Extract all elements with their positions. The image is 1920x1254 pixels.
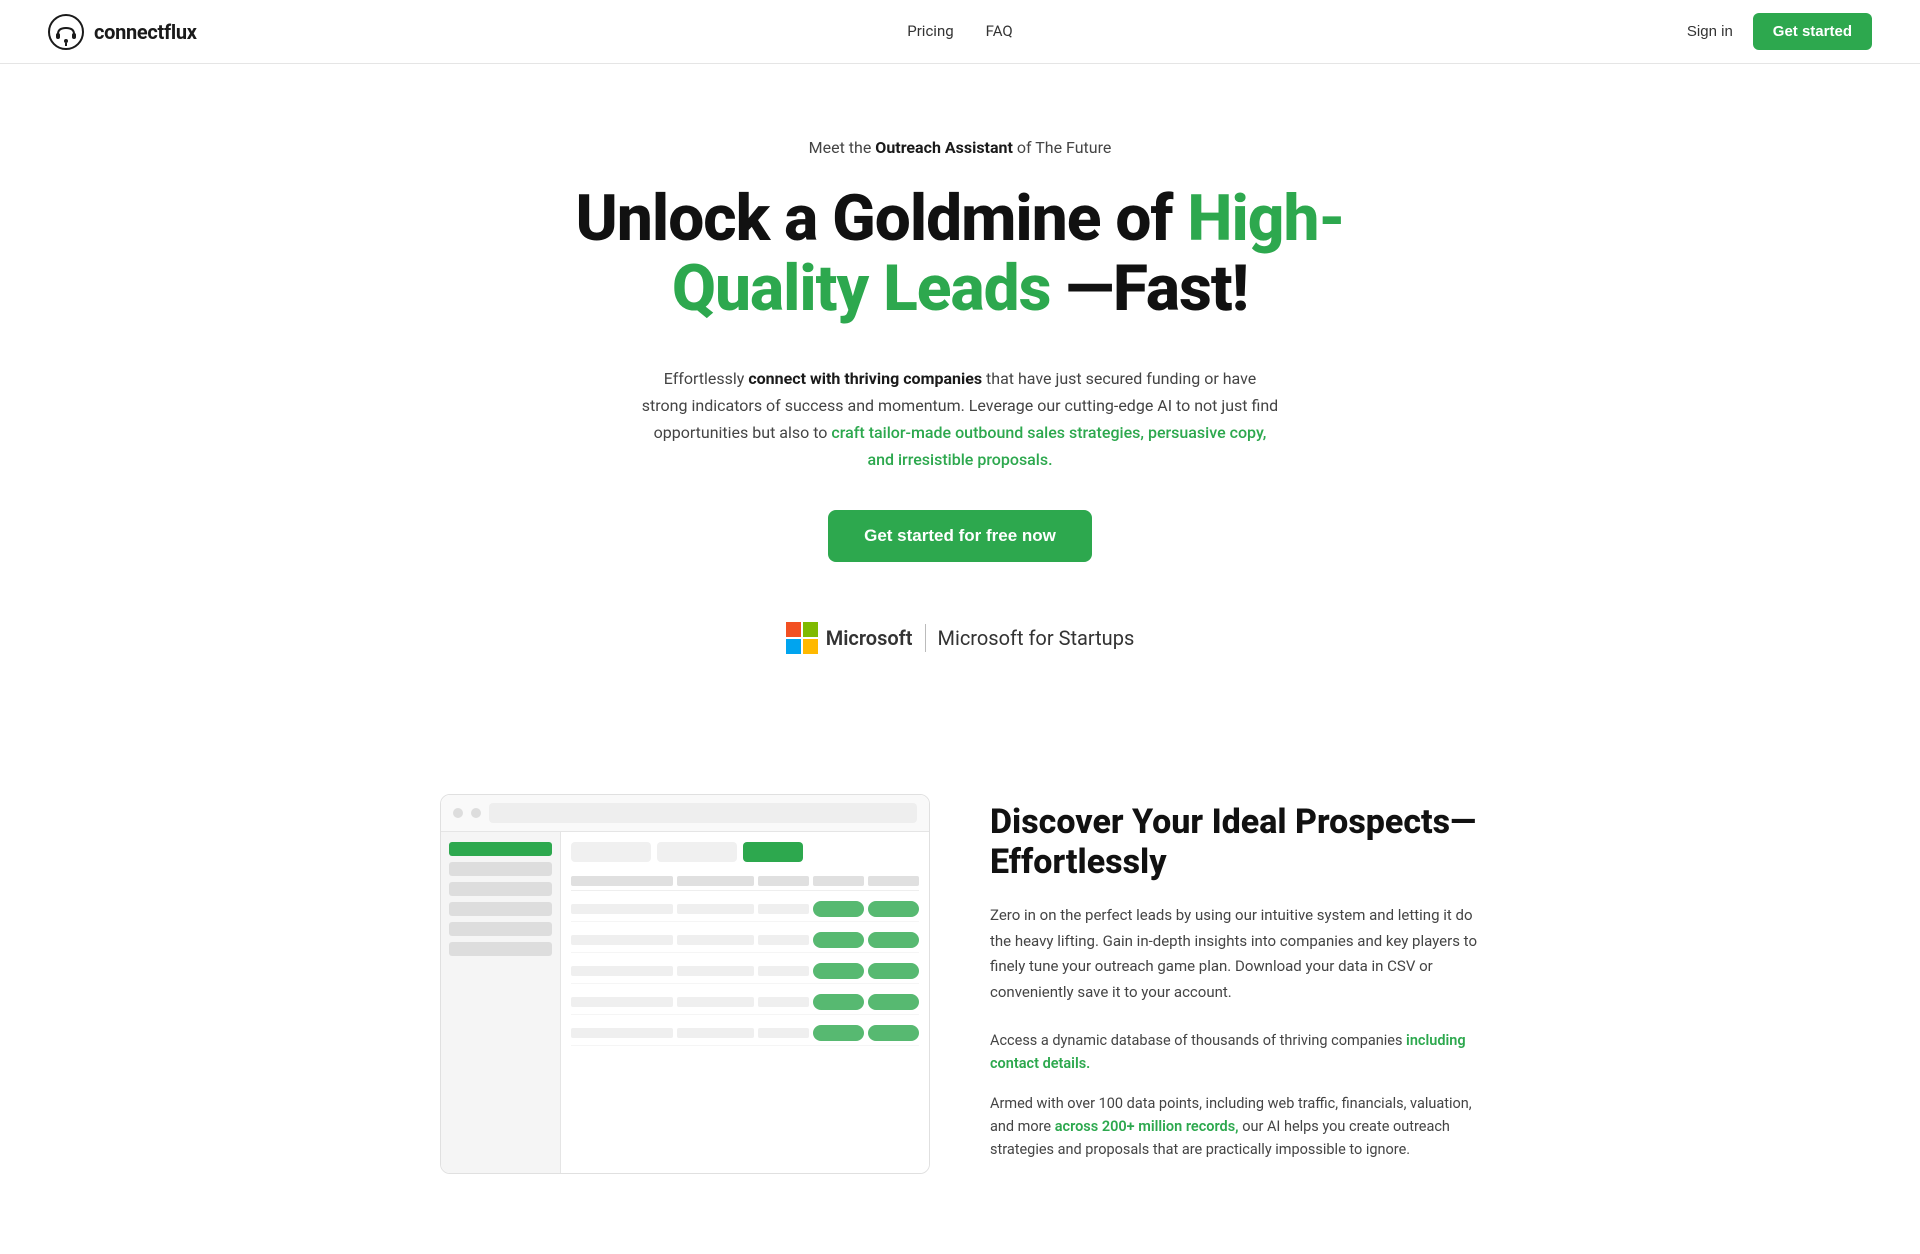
ss-th-1 [571,876,673,886]
hero-body-prefix: Effortlessly [664,369,749,388]
ss-badge-9 [813,1025,864,1041]
logo-icon [48,14,84,50]
ms-grid-blue [786,639,801,654]
ss-th-4 [813,876,864,886]
ms-grid-green [803,622,818,637]
discover-bullet-2: Armed with over 100 data points, includi… [990,1092,1480,1162]
ss-main [561,832,929,1173]
nav-link-pricing[interactable]: Pricing [907,20,953,43]
ss-search-bar [489,803,917,823]
ss-cell-1 [571,904,673,914]
ss-cell-4 [571,935,673,945]
table-row [571,959,919,984]
ss-th-2 [677,876,754,886]
discover-section: Discover Your Ideal Prospects—Effortless… [360,794,1560,1254]
ss-sidebar-item-2 [449,882,552,896]
ms-name: Microsoft [826,623,913,653]
ms-for-startups: Microsoft for Startups [938,623,1135,653]
ss-badge-6 [868,963,919,979]
ss-cell-2 [677,904,754,914]
ss-header-row [571,842,919,862]
ss-cell-9 [758,966,809,976]
discover-title: Discover Your Ideal Prospects—Effortless… [990,802,1480,884]
ss-badge-2 [868,901,919,917]
ss-chip-green [743,842,803,862]
ss-sidebar [441,832,561,1173]
ss-dot-2 [471,808,481,818]
bullet-1-prefix: Access a dynamic database of thousands o… [990,1032,1406,1049]
ss-sidebar-item-5 [449,942,552,956]
hero-headline-part2: —Fast! [1050,251,1248,326]
ss-cell-7 [571,966,673,976]
ss-chip-light-1 [571,842,651,862]
discover-bullet-1: Access a dynamic database of thousands o… [990,1029,1480,1075]
table-row [571,1021,919,1046]
microsoft-badge: Microsoft Microsoft for Startups [786,622,1135,654]
table-row [571,928,919,953]
ss-badge-7 [813,994,864,1010]
table-row [571,990,919,1015]
ss-badge-8 [868,994,919,1010]
ms-grid-yellow [803,639,818,654]
ss-cell-8 [677,966,754,976]
ss-badge-10 [868,1025,919,1041]
ss-topbar [441,795,929,832]
ss-cell-13 [571,1028,673,1038]
ss-cell-15 [758,1028,809,1038]
screenshot-inner [441,795,929,1173]
ss-badge-4 [868,932,919,948]
hero-body: Effortlessly connect with thriving compa… [640,365,1280,474]
ss-body [441,832,929,1173]
hero-body-bold: connect with thriving companies [748,369,982,388]
navbar: connectflux Pricing FAQ Sign in Get star… [0,0,1920,64]
hero-eyebrow-suffix: of The Future [1013,138,1111,157]
hero-section: Meet the Outreach Assistant of The Futur… [0,64,1920,794]
hero-headline-part1: Unlock a Goldmine of [576,181,1188,256]
hero-eyebrow-bold: Outreach Assistant [875,138,1013,157]
ss-badge-3 [813,932,864,948]
discover-body: Zero in on the perfect leads by using ou… [990,903,1480,1005]
ss-chip-light-2 [657,842,737,862]
discover-screenshot [440,794,930,1174]
ss-cell-11 [677,997,754,1007]
discover-bullets: Access a dynamic database of thousands o… [990,1029,1480,1161]
ss-cell-10 [571,997,673,1007]
ss-th-3 [758,876,809,886]
discover-content: Discover Your Ideal Prospects—Effortless… [990,794,1480,1162]
logo[interactable]: connectflux [48,14,197,50]
ss-dot-1 [453,808,463,818]
ss-badge-1 [813,901,864,917]
ss-sidebar-item-4 [449,922,552,936]
ss-table-header [571,872,919,891]
ms-grid-red [786,622,801,637]
microsoft-logo-icon [786,622,818,654]
ss-cell-5 [677,935,754,945]
bullet-2-link: across 200+ million records, [1055,1118,1239,1135]
ss-sidebar-active [449,842,552,856]
ss-sidebar-item-3 [449,902,552,916]
app-screenshot [440,794,930,1174]
signin-button[interactable]: Sign in [1687,23,1733,40]
hero-headline: Unlock a Goldmine of High-Quality Leads … [510,184,1410,325]
hero-body-link: craft tailor-made outbound sales strateg… [831,423,1266,469]
table-row [571,897,919,922]
nav-link-faq[interactable]: FAQ [986,20,1013,43]
ss-cell-3 [758,904,809,914]
hero-eyebrow: Meet the Outreach Assistant of The Futur… [809,136,1112,160]
ss-th-5 [868,876,919,886]
ss-cell-14 [677,1028,754,1038]
hero-eyebrow-prefix: Meet the [809,138,876,157]
logo-text: connectflux [94,17,197,47]
ss-sidebar-item-1 [449,862,552,876]
get-started-hero-button[interactable]: Get started for free now [828,510,1092,562]
ss-badge-5 [813,963,864,979]
ss-cell-12 [758,997,809,1007]
ms-logo: Microsoft [786,622,913,654]
nav-links: Pricing FAQ [907,20,1012,43]
ms-divider [925,624,926,652]
get-started-nav-button[interactable]: Get started [1753,13,1872,50]
nav-actions: Sign in Get started [1687,13,1872,50]
ss-cell-6 [758,935,809,945]
